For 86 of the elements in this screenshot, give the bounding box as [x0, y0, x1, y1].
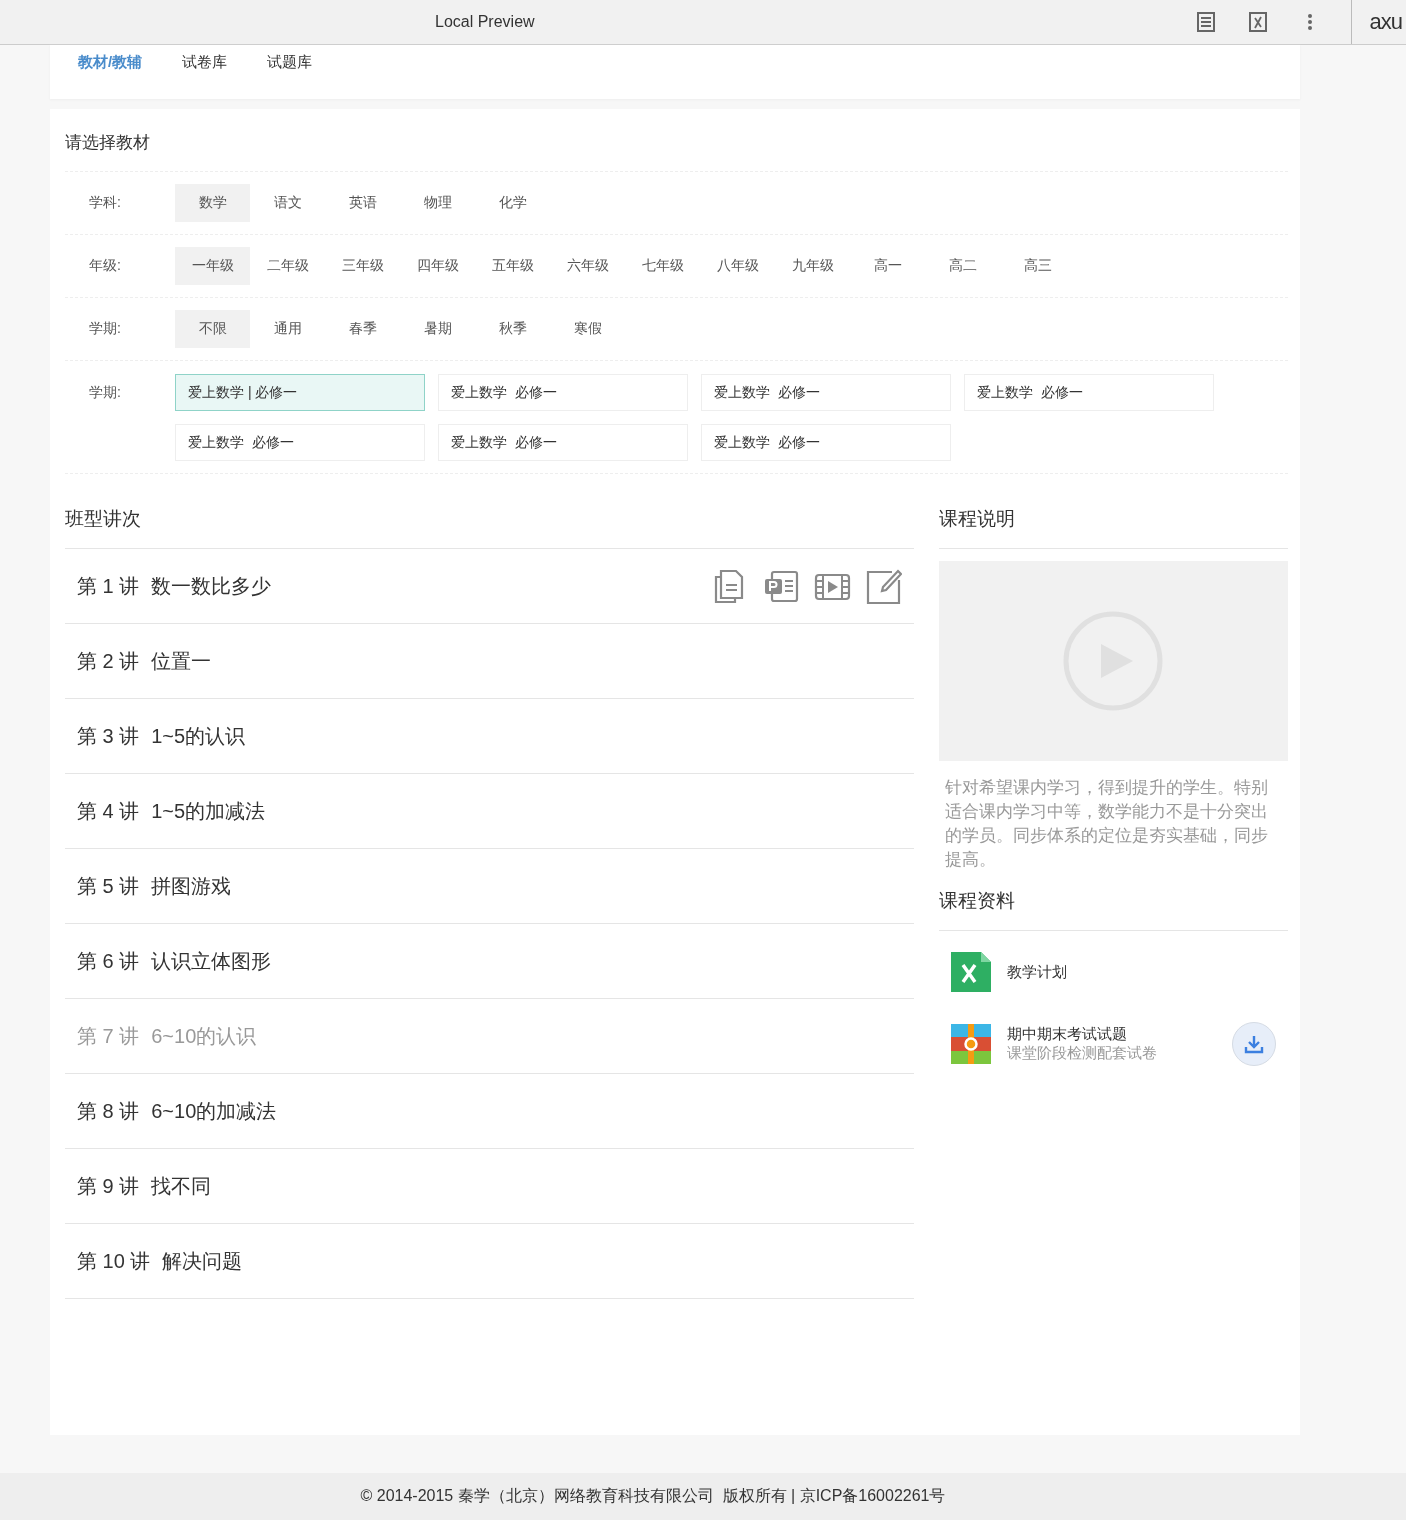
filter-option[interactable]: 寒假: [550, 310, 625, 348]
filter-option[interactable]: 三年级: [325, 247, 400, 285]
lesson-row[interactable]: 第 3 讲 1~5的认识: [65, 699, 914, 774]
formula-icon[interactable]: [1246, 11, 1269, 33]
file-name[interactable]: 教学计划: [1006, 962, 1067, 982]
archive-file-icon: [950, 1024, 991, 1064]
download-icon[interactable]: [1243, 1033, 1265, 1055]
logo[interactable]: axu: [1350, 0, 1406, 44]
lesson-number: 第 6 讲: [77, 948, 140, 974]
filter-option[interactable]: 春季: [325, 310, 400, 348]
lesson-title: 1~5的认识: [151, 723, 246, 749]
filter-option[interactable]: 暑期: [400, 310, 475, 348]
textbook-option[interactable]: 爱上数学 必修一: [964, 374, 1214, 411]
lesson-row[interactable]: 第 6 讲 认识立体图形: [65, 924, 914, 999]
filter-option[interactable]: 高二: [925, 247, 1000, 285]
filter-option[interactable]: 六年级: [550, 247, 625, 285]
lesson-title: 认识立体图形: [151, 948, 272, 974]
nav-tab[interactable]: 试题库: [267, 51, 313, 73]
lesson-row[interactable]: 第 1 讲 数一数比多少: [65, 549, 914, 624]
nav-tab[interactable]: 试卷库: [182, 51, 228, 73]
file-name[interactable]: 期中期末考试试题: [1006, 1025, 1157, 1044]
section-title: 课程说明: [938, 496, 1288, 549]
lesson-title: 找不同: [151, 1173, 212, 1199]
filter-label: 学期:: [89, 320, 122, 338]
textbook-option[interactable]: 爱上数学 必修一: [175, 424, 425, 461]
lesson-title: 位置一: [151, 648, 212, 674]
filter-label: 学期:: [89, 382, 122, 402]
copyright-text: © 2014-2015 秦学（北京）网络教育科技有限公司 版权所有 | 京ICP备16002261号: [360, 1486, 946, 1506]
lesson-number: 第 3 讲: [77, 723, 140, 749]
course-description: 针对希望课内学习，得到提升的学生。特别适合课内学习中等，数学能力不是十分突出的学员。同步体系的定位是夯实基础，同步提高。: [944, 777, 1269, 871]
filter-option[interactable]: 二年级: [250, 247, 325, 285]
filter-option[interactable]: 七年级: [625, 247, 700, 285]
section-title: 请选择教材: [65, 132, 151, 154]
nav-tab[interactable]: 教材/教辅: [78, 51, 143, 73]
section-title: 课程资料: [938, 876, 1288, 931]
section-title: 班型讲次: [65, 496, 914, 549]
filter-option[interactable]: 语文: [250, 184, 325, 222]
filter-option[interactable]: 一年级: [175, 247, 250, 285]
filter-option[interactable]: 不限: [175, 310, 250, 348]
file-description: 课堂阶段检测配套试卷: [1006, 1044, 1157, 1063]
lesson-number: 第 5 讲: [77, 873, 140, 899]
lesson-number: 第 2 讲: [77, 648, 140, 674]
filter-option[interactable]: 高三: [1000, 247, 1075, 285]
document-icon[interactable]: [1194, 11, 1217, 33]
lesson-row[interactable]: 第 8 讲 6~10的加减法: [65, 1074, 914, 1149]
lesson-row[interactable]: 第 5 讲 拼图游戏: [65, 849, 914, 924]
filter-option[interactable]: 化学: [475, 184, 550, 222]
textbook-option[interactable]: 爱上数学 必修一: [701, 424, 951, 461]
filter-option[interactable]: 九年级: [775, 247, 850, 285]
textbook-option[interactable]: 爱上数学 必修一: [701, 374, 951, 411]
lesson-row[interactable]: 第 4 讲 1~5的加减法: [65, 774, 914, 849]
filter-option[interactable]: 秋季: [475, 310, 550, 348]
lesson-row[interactable]: 第 10 讲 解决问题: [65, 1224, 914, 1299]
lesson-title: 解决问题: [162, 1248, 243, 1274]
lesson-title: 6~10的加减法: [151, 1098, 277, 1124]
filter-option[interactable]: 高一: [850, 247, 925, 285]
filter-option[interactable]: 八年级: [700, 247, 775, 285]
download-button[interactable]: [1232, 1022, 1276, 1066]
textbook-option[interactable]: 爱上数学 必修一: [438, 374, 688, 411]
filter-option[interactable]: 物理: [400, 184, 475, 222]
file-row[interactable]: 期中期末考试试题 课堂阶段检测配套试卷: [938, 1013, 1288, 1075]
lesson-title: 拼图游戏: [151, 873, 232, 899]
file-row[interactable]: 教学计划: [938, 941, 1288, 1003]
lesson-number: 第 1 讲: [77, 573, 140, 599]
spreadsheet-file-icon: [950, 952, 991, 992]
lesson-row[interactable]: 第 9 讲 找不同: [65, 1149, 914, 1224]
lesson-number: 第 4 讲: [77, 798, 140, 824]
window-title: Local Preview: [435, 13, 535, 31]
lesson-number: 第 10 讲: [77, 1248, 151, 1274]
lesson-number: 第 9 讲: [77, 1173, 140, 1199]
lesson-row[interactable]: 第 2 讲 位置一: [65, 624, 914, 699]
lesson-title: 数一数比多少: [151, 573, 272, 599]
filter-option[interactable]: 数学: [175, 184, 250, 222]
lesson-title: 6~10的认识: [151, 1023, 257, 1049]
lesson-number: 第 7 讲: [77, 1023, 140, 1049]
lesson-number: 第 8 讲: [77, 1098, 140, 1124]
textbook-option[interactable]: 爱上数学 | 必修一: [175, 374, 425, 411]
filter-option[interactable]: 通用: [250, 310, 325, 348]
filter-option[interactable]: 五年级: [475, 247, 550, 285]
textbook-option[interactable]: 爱上数学 必修一: [438, 424, 688, 461]
edit-icon[interactable]: [864, 567, 902, 605]
filter-label: 学科:: [89, 194, 122, 212]
filter-label: 年级:: [89, 257, 122, 275]
filter-option[interactable]: 四年级: [400, 247, 475, 285]
lesson-title: 1~5的加减法: [151, 798, 266, 824]
filter-option[interactable]: 英语: [325, 184, 400, 222]
